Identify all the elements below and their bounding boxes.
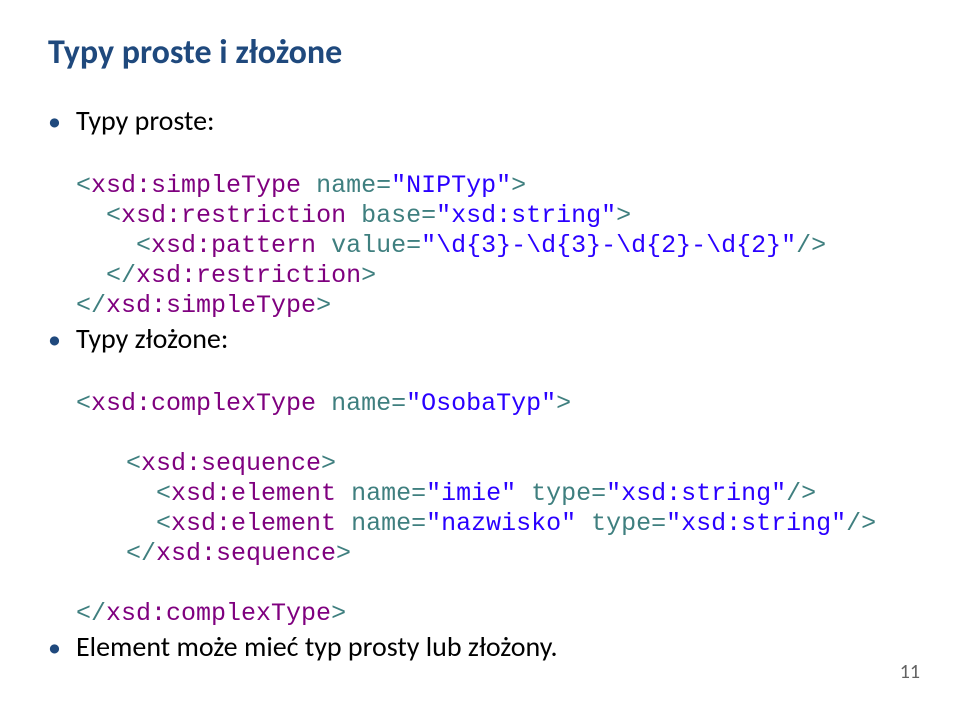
bullet-text: Element może mieć typ prosty lub złożony… — [76, 629, 558, 665]
code-complex-type: <xsd:complexType name="OsobaTyp"> — [76, 359, 912, 419]
bullet-complex-types: • Typy złożone: — [48, 321, 912, 357]
page-number: 11 — [900, 660, 920, 684]
code-complex-type-close: </xsd:complexType> — [76, 569, 912, 629]
code-simple-type: <xsd:simpleType name="NIPTyp"> <xsd:rest… — [76, 141, 912, 321]
bullet-simple-types: • Typy proste: — [48, 103, 912, 139]
bullet-text: Typy złożone: — [76, 321, 228, 357]
bullet-dot: • — [48, 103, 76, 139]
slide-title: Typy proste i złożone — [48, 32, 912, 73]
bullet-element-note: • Element może mieć typ prosty lub złożo… — [48, 629, 912, 665]
bullet-text: Typy proste: — [76, 103, 215, 139]
bullet-dot: • — [48, 629, 76, 665]
bullet-dot: • — [48, 321, 76, 357]
code-complex-type-body: <xsd:sequence> <xsd:element name="imie" … — [126, 419, 912, 569]
